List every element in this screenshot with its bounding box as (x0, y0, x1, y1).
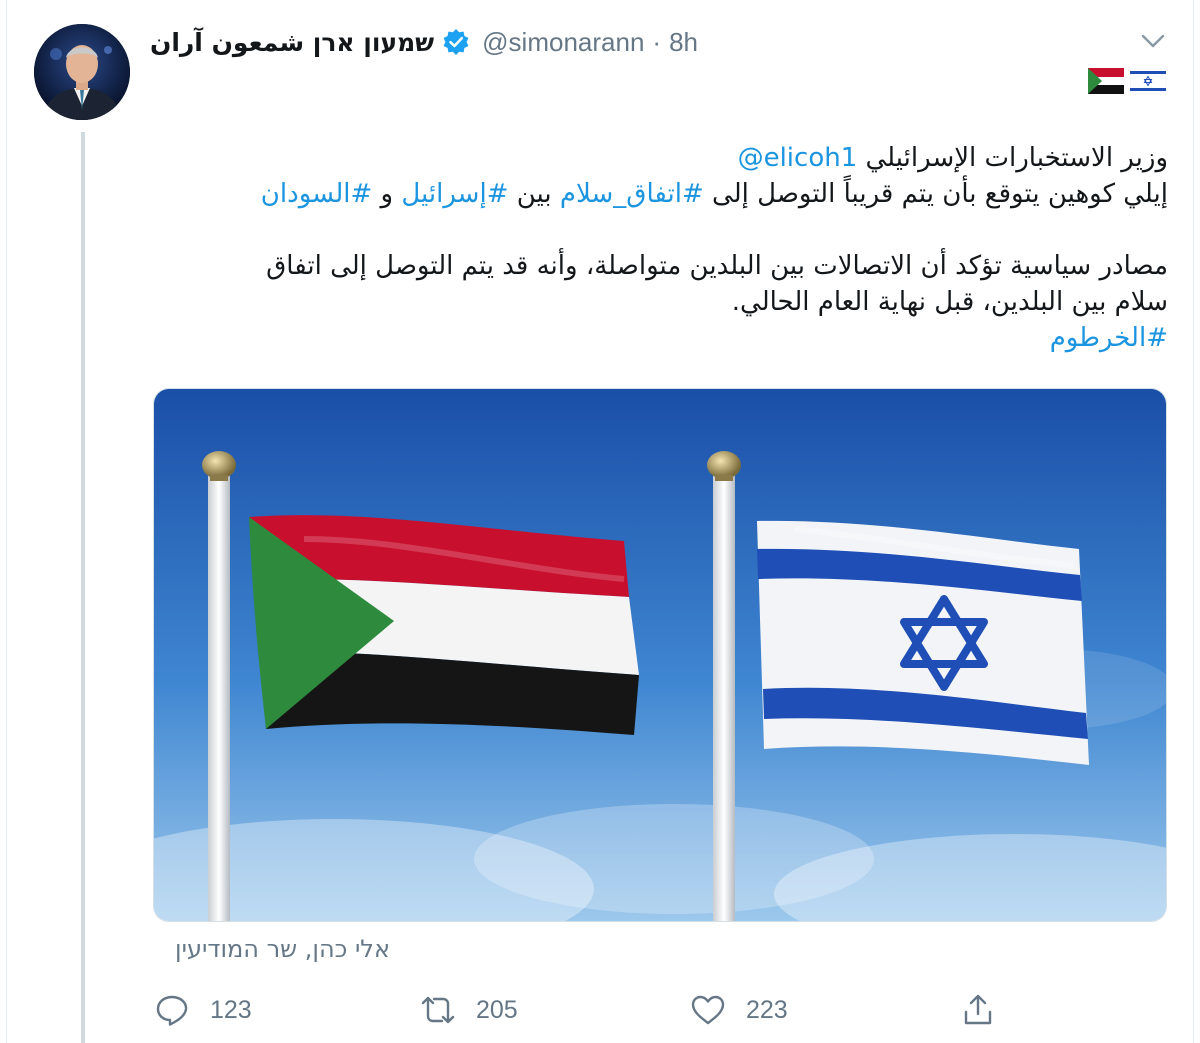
header-separator: · (652, 26, 662, 57)
mention-link[interactable]: @elicoh1 (738, 143, 858, 173)
avatar-image (34, 24, 130, 120)
retweet-icon (420, 992, 456, 1028)
tweet-line-3: مصادر سياسية تؤكد أن الاتصالات بين البلد… (266, 251, 1168, 281)
avatar[interactable] (34, 24, 130, 120)
sudan-flag-image (249, 515, 639, 735)
hashtag-link-israel[interactable]: #إسرائيل (401, 179, 508, 209)
reply-icon (154, 992, 190, 1028)
israel-flag-icon (1129, 67, 1167, 96)
hashtag-link-peace-agreement[interactable]: #اتفاق_سلام (560, 179, 704, 209)
author-handle[interactable]: @simonarann (482, 27, 644, 58)
tweet-text-segment: بين (516, 179, 552, 209)
tweet-line-1: وزير الاستخبارات الإسرائيلي @elicoh1 (150, 140, 1168, 176)
like-button[interactable]: 223 (690, 990, 788, 1030)
tweet-actions-bar: 123 205 223 (150, 990, 1168, 1030)
sudan-flag-icon (1088, 68, 1124, 96)
heart-icon (690, 992, 726, 1028)
retweet-button[interactable]: 205 (420, 990, 518, 1030)
flag-emojis (1088, 67, 1168, 96)
tweet-text-segment: و (380, 179, 394, 209)
verified-badge-icon (442, 28, 470, 56)
more-options-chevron-icon[interactable] (1138, 30, 1168, 52)
retweet-count: 205 (476, 995, 518, 1024)
author-display-name[interactable]: שמעון ארן شمعون آران (150, 28, 434, 57)
israel-flag-image (757, 520, 1089, 765)
tweet-timestamp[interactable]: 8h (669, 27, 698, 58)
tweet-body: وزير الاستخبارات الإسرائيلي @elicoh1 إيل… (150, 140, 1168, 356)
tweet-text-segment: إيلي كوهين يتوقع بأن يتم قريباً التوصل إ… (712, 179, 1168, 209)
tweet-text-segment: وزير الاستخبارات الإسرائيلي (865, 143, 1168, 173)
like-count: 223 (746, 995, 788, 1024)
media-caption: אלי כהן, שר המודיעין (175, 935, 390, 963)
tweet-line-2: إيلي كوهين يتوقع بأن يتم قريباً التوصل إ… (150, 176, 1168, 212)
hashtag-link-khartoum[interactable]: #الخرطوم (1050, 323, 1168, 353)
frame-border-right (1193, 0, 1194, 1043)
tweet-media-image[interactable] (153, 388, 1167, 922)
thread-connector-line (81, 132, 85, 1043)
share-button[interactable] (960, 990, 996, 1030)
reply-count: 123 (210, 995, 252, 1024)
tweet-line-4: سلام بين البلدين، قبل نهاية العام الحالي… (731, 287, 1168, 317)
tweet-line-5: #الخرطوم (150, 320, 1168, 356)
reply-button[interactable]: 123 (154, 990, 252, 1030)
hashtag-link-sudan[interactable]: #السودان (261, 179, 372, 209)
frame-border-left (6, 0, 7, 1043)
tweet-header: שמעון ארן شمعون آران @simonarann · 8h (150, 22, 1110, 62)
share-icon (960, 992, 996, 1028)
